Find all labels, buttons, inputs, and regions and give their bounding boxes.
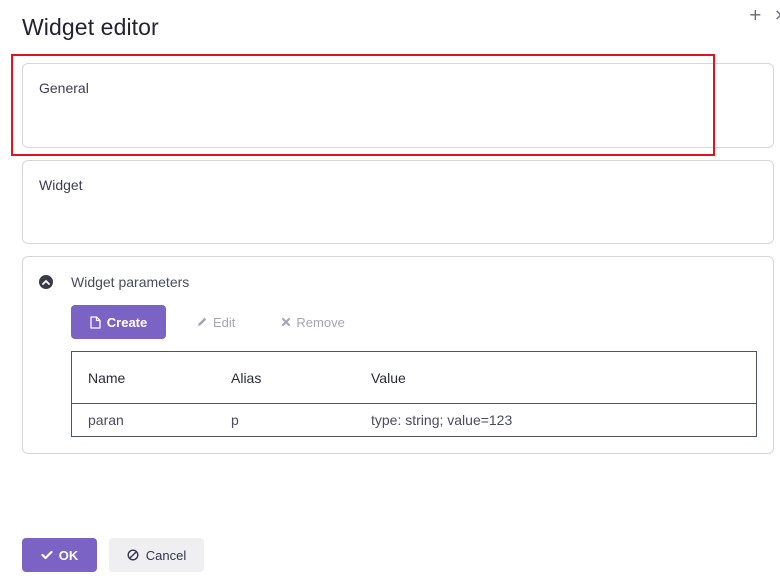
widget-section-label: Widget xyxy=(39,177,83,193)
parameters-toolbar: Create Edit Remove xyxy=(71,305,345,339)
widget-parameters-section: Widget parameters Create Edit Remove Nam… xyxy=(22,256,774,454)
ban-icon xyxy=(127,549,139,561)
create-button[interactable]: Create xyxy=(71,305,166,339)
column-header-alias[interactable]: Alias xyxy=(231,370,371,386)
cell-value: type: string; value=123 xyxy=(371,412,513,428)
dialog-title: Widget editor xyxy=(22,14,159,40)
edit-button[interactable]: Edit xyxy=(196,305,235,339)
cell-alias: p xyxy=(231,412,239,428)
general-section[interactable]: General xyxy=(22,63,774,148)
column-header-name[interactable]: Name xyxy=(72,370,231,386)
edit-button-label: Edit xyxy=(213,314,236,330)
remove-button-label: Remove xyxy=(296,314,345,330)
ok-button-label: OK xyxy=(58,547,79,563)
dialog-footer: OK Cancel xyxy=(22,538,204,572)
create-button-label: Create xyxy=(106,314,148,330)
column-header-value[interactable]: Value xyxy=(371,370,756,386)
cancel-button-label: Cancel xyxy=(145,547,187,563)
widget-parameters-label: Widget parameters xyxy=(71,274,190,290)
pencil-icon xyxy=(196,316,208,328)
widget-editor-dialog: Widget editor + × General Widget Widget … xyxy=(0,0,780,587)
check-icon xyxy=(41,550,53,560)
ok-button[interactable]: OK xyxy=(22,538,97,572)
widget-section[interactable]: Widget xyxy=(22,160,774,244)
parameters-table: Name Alias Value paran p type: string; v… xyxy=(71,351,757,437)
table-row[interactable]: paran p type: string; value=123 xyxy=(72,404,756,436)
chevron-up-circle-icon[interactable] xyxy=(39,275,53,289)
general-section-label: General xyxy=(39,80,89,96)
remove-button[interactable]: Remove xyxy=(281,305,345,339)
add-icon[interactable]: + xyxy=(749,4,762,26)
window-controls: + × xyxy=(749,4,780,26)
cell-name: paran xyxy=(88,412,124,428)
file-icon xyxy=(90,315,101,329)
table-header: Name Alias Value xyxy=(72,352,756,404)
close-icon[interactable]: × xyxy=(774,4,780,26)
cancel-button[interactable]: Cancel xyxy=(109,538,204,572)
x-icon xyxy=(281,317,291,327)
